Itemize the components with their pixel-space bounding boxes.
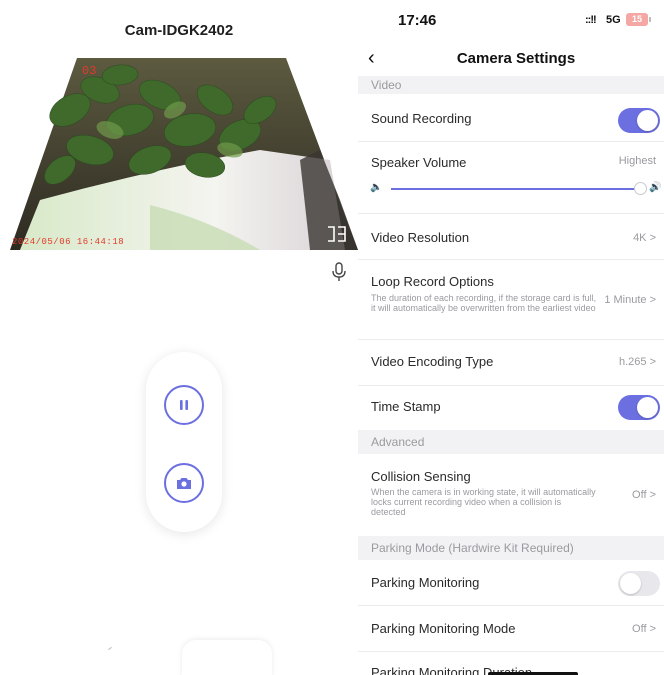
- status-time: 17:46: [398, 12, 437, 29]
- setting-sound-recording[interactable]: Sound Recording: [358, 94, 664, 142]
- time-stamp-toggle[interactable]: [618, 395, 660, 420]
- camera-settings-panel: 17:46 ::!! 5G 15 ‹ Camera Settings Video…: [358, 0, 664, 675]
- live-view-panel: 03 2024/05/06 16:44:18 Cam-IDGK2402: [0, 0, 358, 675]
- parking-mode-value: Off >: [632, 623, 656, 635]
- row-description: The duration of each recording, if the s…: [371, 293, 597, 313]
- signal-icon: ::!!: [585, 14, 597, 26]
- setting-parking-mode[interactable]: Parking Monitoring Mode Off >: [358, 606, 664, 652]
- encoding-value: h.265 >: [618, 356, 656, 368]
- row-label: Time Stamp: [371, 399, 441, 414]
- row-label: Video Resolution: [371, 230, 470, 245]
- setting-parking-monitoring[interactable]: Parking Monitoring: [358, 560, 664, 606]
- video-resolution-value: 4K >: [633, 232, 656, 244]
- setting-video-encoding[interactable]: Video Encoding Type h.265 >: [358, 340, 664, 386]
- row-label: Sound Recording: [371, 111, 472, 126]
- setting-speaker-volume: Speaker Volume Highest 🔈 🔊: [358, 142, 664, 214]
- camera-feed[interactable]: 03 2024/05/06 16:44:18: [0, 0, 358, 260]
- feed-timestamp-overlay: 2024/05/06 16:44:18: [12, 237, 125, 247]
- recording-controls: [146, 352, 222, 532]
- row-label: Parking Monitoring: [371, 575, 480, 590]
- feed-counter-overlay: 03: [82, 64, 97, 78]
- loop-record-value: 1 Minute >: [604, 294, 656, 306]
- row-label: Collision Sensing: [371, 469, 471, 484]
- setting-video-resolution[interactable]: Video Resolution 4K >: [358, 214, 664, 260]
- pause-button[interactable]: [164, 385, 204, 425]
- parking-monitoring-toggle[interactable]: [618, 571, 660, 596]
- tick-mark: [108, 646, 112, 651]
- row-label: Parking Monitoring Mode: [371, 621, 516, 636]
- row-label: Speaker Volume: [371, 155, 467, 170]
- snapshot-button[interactable]: [164, 463, 204, 503]
- status-bar: 17:46 ::!! 5G 15: [358, 0, 664, 40]
- navigation-bar: ‹ Camera Settings: [358, 42, 664, 76]
- setting-loop-record[interactable]: Loop Record Options The duration of each…: [358, 260, 664, 340]
- page-title: Camera Settings: [456, 50, 576, 67]
- speaker-volume-value: Highest: [618, 155, 656, 167]
- volume-low-icon: 🔈: [370, 182, 383, 193]
- section-header-parking: Parking Mode (Hardwire Kit Required): [358, 536, 664, 560]
- section-header-video: Video: [358, 76, 664, 94]
- row-label: Video Encoding Type: [371, 354, 494, 369]
- collision-value: Off >: [632, 489, 656, 501]
- camera-icon: [177, 478, 191, 489]
- section-header-advanced: Advanced: [358, 430, 664, 454]
- sound-recording-toggle[interactable]: [618, 108, 660, 133]
- volume-high-icon: 🔊: [649, 182, 662, 193]
- network-type: 5G: [606, 14, 621, 26]
- camera-title: Cam-IDGK2402: [124, 22, 234, 39]
- setting-time-stamp[interactable]: Time Stamp: [358, 386, 664, 430]
- battery-icon: 15: [626, 13, 648, 26]
- row-label: Loop Record Options: [371, 274, 494, 289]
- fullscreen-icon[interactable]: [326, 224, 348, 244]
- battery-cap: [649, 17, 651, 22]
- volume-slider-thumb[interactable]: [634, 182, 647, 195]
- setting-collision-sensing[interactable]: Collision Sensing When the camera is in …: [358, 454, 664, 536]
- bottom-sheet-handle[interactable]: [182, 640, 272, 675]
- volume-slider[interactable]: [391, 188, 641, 190]
- pause-icon: [180, 400, 188, 410]
- row-description: When the camera is in working state, it …: [371, 487, 596, 517]
- microphone-icon[interactable]: [330, 261, 348, 283]
